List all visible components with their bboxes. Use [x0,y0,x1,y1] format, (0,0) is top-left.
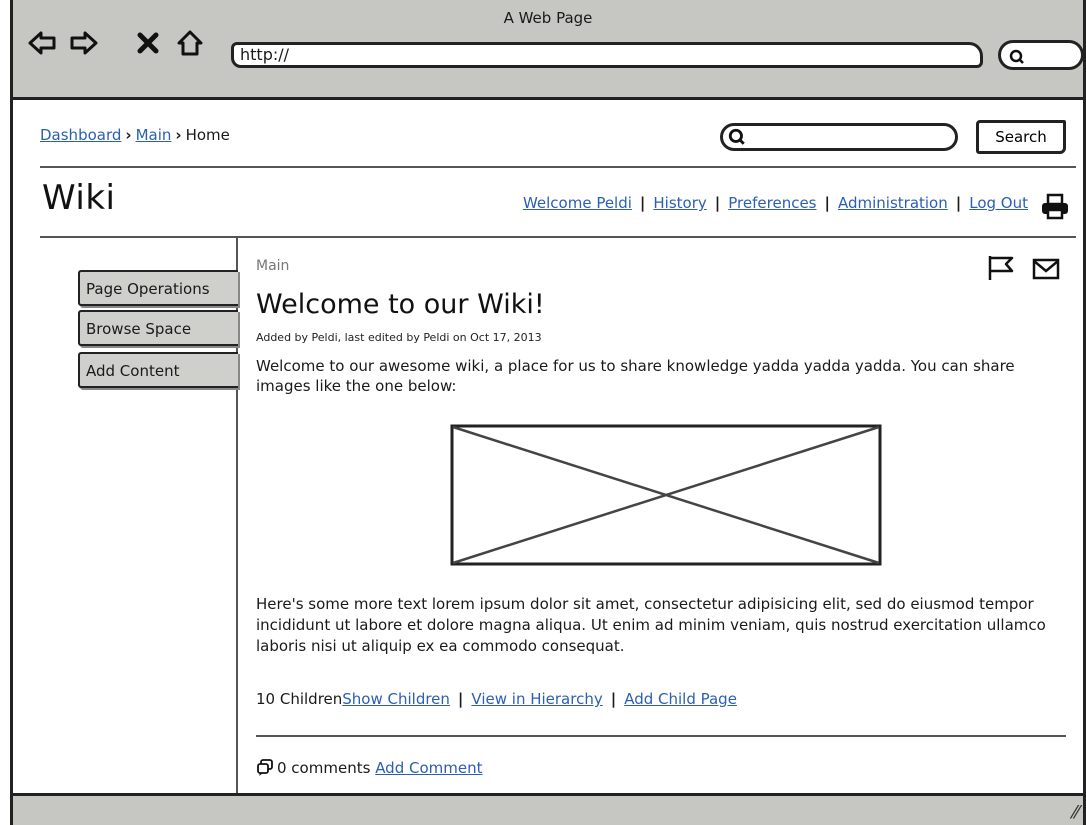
comments-divider [256,735,1066,737]
breadcrumb-separator: › [175,126,182,144]
nav-separator: | [824,194,830,212]
printer-icon[interactable] [1040,192,1070,222]
header-divider-bottom [40,236,1076,238]
breadcrumb-separator: › [125,126,132,144]
body-text: Here's some more text lorem ipsum dolor … [256,595,1046,655]
intro-text: Welcome to our awesome wiki, a place for… [256,357,1015,395]
home-icon[interactable] [175,28,205,58]
breadcrumb-dashboard[interactable]: Dashboard [40,126,121,144]
back-arrow-icon[interactable] [27,28,57,58]
nav-separator: | [955,194,962,212]
sidebar-item-page-operations[interactable]: Page Operations [78,270,238,306]
link-separator: | [610,690,617,708]
children-count: 10 Children [256,690,343,708]
content-title: Welcome to our Wiki! [256,289,545,320]
status-bar: ⁄⁄ [13,793,1083,825]
mail-icon[interactable] [1032,257,1060,281]
url-bar[interactable]: http:// [231,42,983,68]
page-meta: Added by Peldi, last edited by Peldi on … [256,331,542,344]
comments-row: 0 comments Add Comment [256,758,483,777]
nav-history[interactable]: History [653,194,706,212]
resize-grip-icon[interactable]: ⁄⁄ [1073,802,1079,823]
show-children-link[interactable]: Show Children [342,690,450,708]
content-breadcrumb: Main [256,258,290,274]
close-icon[interactable] [133,28,163,58]
comments-count: 0 comments [277,759,371,777]
nav-administration[interactable]: Administration [838,194,948,212]
search-input[interactable] [720,123,958,151]
header-divider-top [40,166,1076,168]
nav-welcome-user[interactable]: Welcome Peldi [523,194,632,212]
view-hierarchy-link[interactable]: View in Hierarchy [471,690,602,708]
add-comment-link[interactable]: Add Comment [375,759,482,777]
search-button[interactable]: Search [976,120,1066,154]
image-placeholder [450,424,882,566]
browser-titlebar: A Web Page http:// [13,0,1084,100]
page-title: Wiki [42,178,116,218]
sidebar-item-browse-space[interactable]: Browse Space [78,310,238,346]
flag-icon[interactable] [986,254,1016,282]
add-child-page-link[interactable]: Add Child Page [624,690,737,708]
nav-separator: | [639,194,646,212]
sidebar-item-add-content[interactable]: Add Content [78,352,238,388]
forward-arrow-icon[interactable] [69,28,99,58]
nav-log-out[interactable]: Log Out [969,194,1028,212]
nav-preferences[interactable]: Preferences [728,194,816,212]
breadcrumb-main[interactable]: Main [136,126,172,144]
breadcrumb-current: Home [185,126,230,144]
search-icon [1009,49,1024,64]
browser-search-field[interactable] [998,40,1084,70]
breadcrumb: Dashboard › Main › Home [40,126,230,144]
children-row: 10 ChildrenShow Children | View in Hierarc… [256,690,737,708]
window-title: A Web Page [503,9,593,27]
nav-separator: | [714,194,721,212]
search-icon [728,128,745,145]
link-separator: | [457,690,464,708]
user-nav: Welcome Peldi | History | Preferences | Admini… [523,194,1028,212]
comment-icon [257,759,273,776]
